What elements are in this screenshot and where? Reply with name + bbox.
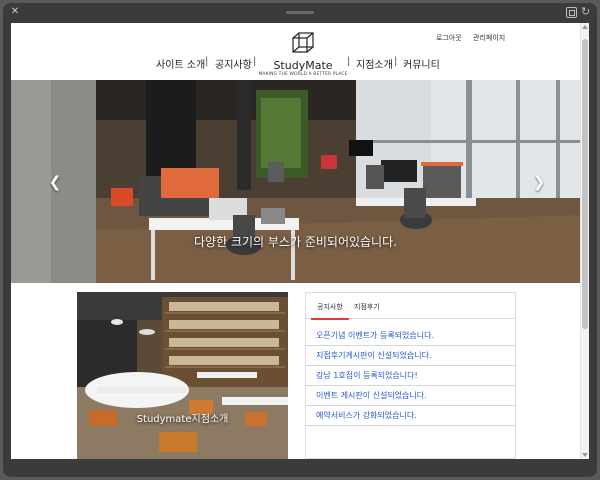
title-bar: ✕ ↻	[3, 3, 597, 23]
nav-branches[interactable]: 지점소개	[356, 56, 393, 71]
scroll-up-icon[interactable]	[582, 25, 588, 29]
notice-item[interactable]: 강남 1호점이 등록되었습니다!	[306, 366, 515, 386]
nav-notice[interactable]: 공지사항	[215, 56, 252, 71]
branch-photo	[77, 292, 288, 459]
close-icon[interactable]: ✕	[9, 6, 21, 18]
logo-cube-icon[interactable]	[290, 30, 316, 56]
vertical-scrollbar[interactable]	[580, 23, 589, 459]
logout-link[interactable]: 로그아웃	[436, 33, 462, 43]
chevron-right-icon[interactable]: ❯	[532, 175, 546, 190]
branch-intro-card[interactable]: Studymate지점소개	[77, 292, 288, 459]
nav-community[interactable]: 커뮤니티	[403, 56, 440, 71]
window-drag-handle[interactable]	[286, 11, 314, 14]
notice-link[interactable]: 이벤트 게시판이 신설되었습니다.	[316, 390, 427, 401]
logo-name[interactable]: StudyMate	[263, 59, 343, 72]
page-viewport: 로그아웃 관리페이지 사이트 소개 | 공지사항 | | 지점소개 | 커뮤니티…	[11, 23, 589, 459]
tab-notice[interactable]: 공지사항	[317, 302, 343, 312]
nav-about[interactable]: 사이트 소개	[156, 56, 205, 71]
restore-icon[interactable]	[566, 7, 577, 18]
tab-branch-review[interactable]: 지점후기	[354, 302, 380, 312]
nav-separator: |	[347, 56, 351, 67]
notice-link[interactable]: 오픈기념 이벤트가 등록되었습니다.	[316, 330, 434, 341]
board-tabs: 공지사항 지점후기	[306, 293, 515, 320]
nav-separator: |	[205, 56, 209, 67]
branch-caption: Studymate지점소개	[136, 414, 229, 425]
notice-item[interactable]: 지점후기게시판이 신설되었습니다.	[306, 346, 515, 366]
notice-item[interactable]: 예약서비스가 강화되었습니다.	[306, 406, 515, 426]
notice-link[interactable]: 예약서비스가 강화되었습니다.	[316, 410, 417, 421]
scroll-thumb[interactable]	[582, 39, 588, 329]
browser-window: ✕ ↻ 로그아웃 관리페이지 사이트 소개 | 공지사항 | | 지점소개 | …	[3, 3, 597, 477]
scroll-down-icon[interactable]	[582, 453, 588, 457]
hero-photo	[11, 80, 580, 283]
chevron-left-icon[interactable]: ❮	[48, 175, 62, 190]
admin-page-link[interactable]: 관리페이지	[473, 33, 505, 43]
notice-link[interactable]: 지점후기게시판이 신설되었습니다.	[316, 350, 432, 361]
notice-item[interactable]: 이벤트 게시판이 신설되었습니다.	[306, 386, 515, 406]
hero-caption: 다양한 크기의 부스가 준비되어있습니다.	[194, 235, 397, 249]
notice-item[interactable]: 오픈기념 이벤트가 등록되었습니다.	[306, 326, 515, 346]
logo-tagline: MAKING THE WORLD A BETTER PLACE	[258, 72, 348, 77]
nav-separator: |	[394, 56, 398, 67]
refresh-icon[interactable]: ↻	[581, 6, 593, 18]
active-tab-indicator	[311, 318, 349, 320]
notice-link[interactable]: 강남 1호점이 등록되었습니다!	[316, 370, 418, 381]
hero-slider[interactable]: 다양한 크기의 부스가 준비되어있습니다. ❮ ❯	[11, 80, 580, 283]
notice-board: 공지사항 지점후기 오픈기념 이벤트가 등록되었습니다. 지점후기게시판이 신설…	[305, 292, 516, 459]
nav-separator: |	[253, 56, 257, 67]
